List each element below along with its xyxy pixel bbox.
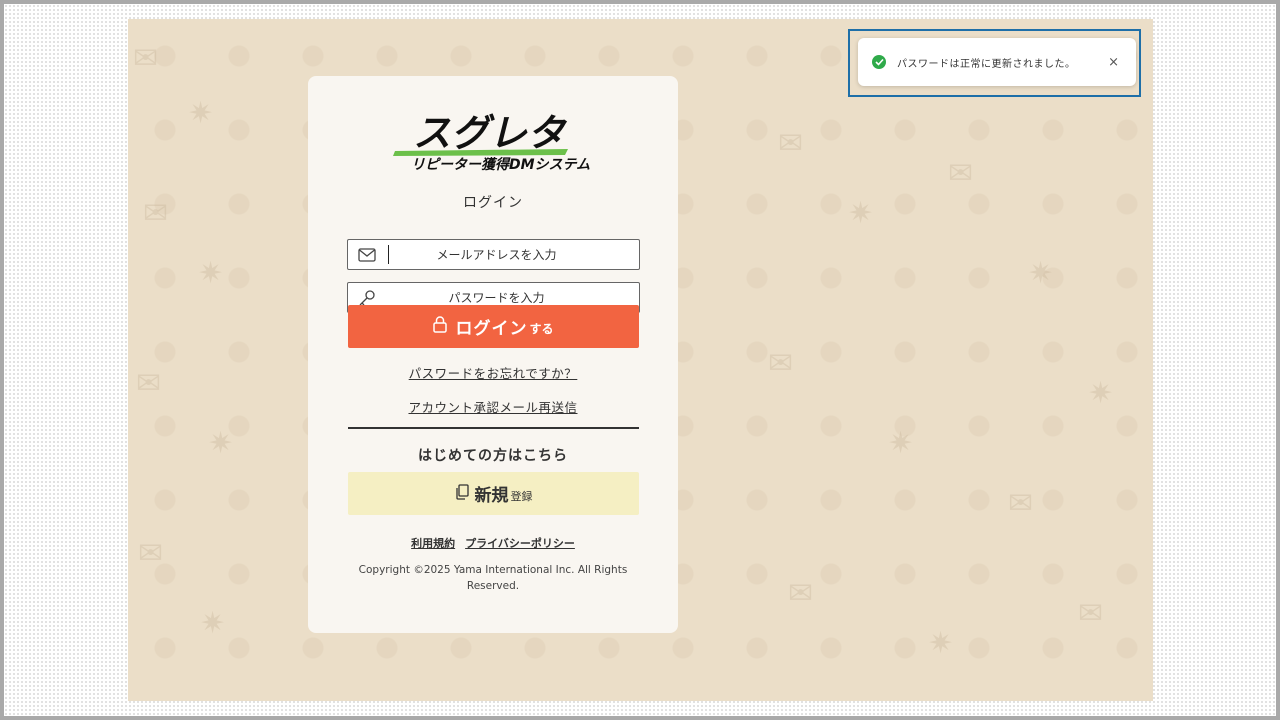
background-star-icon: ✷ (1028, 256, 1054, 291)
background-star-icon: ✷ (888, 426, 914, 461)
logo: スグレタ リピーター獲得DMシステム (393, 101, 598, 173)
background-envelope-icon: ✉ (778, 126, 804, 161)
login-card: スグレタ リピーター獲得DMシステム ログイン メールアドレスを入力 パスワード… (308, 76, 678, 633)
logo-tagline: リピーター獲得DMシステム (411, 156, 590, 173)
background-star-icon: ✷ (928, 626, 954, 661)
background-star-icon: ✷ (200, 606, 226, 641)
background-envelope-icon: ✉ (788, 576, 814, 611)
terms-link[interactable]: 利用規約 (411, 535, 455, 551)
login-button-label: ログイン (455, 319, 528, 339)
background-star-icon: ✷ (1088, 376, 1114, 411)
forgot-password-link[interactable]: パスワードをお忘れですか？ (308, 363, 678, 382)
divider (348, 427, 639, 429)
background-envelope-icon: ✉ (768, 346, 794, 381)
resend-confirmation-text: アカウント承認メール再送信 (408, 400, 578, 415)
background-envelope-icon: ✉ (136, 366, 162, 401)
background-envelope-icon: ✉ (948, 156, 974, 191)
background-envelope-icon: ✉ (143, 196, 169, 231)
copy-icon (455, 483, 469, 504)
envelope-icon (348, 240, 386, 269)
email-placeholder: メールアドレスを入力 (436, 248, 557, 262)
resend-confirmation-link[interactable]: アカウント承認メール再送信 (308, 397, 678, 416)
email-field[interactable]: メールアドレスを入力 (347, 239, 640, 270)
logo-image: スグレタ リピーター獲得DMシステム (393, 111, 590, 173)
text-cursor (388, 245, 389, 264)
register-button-label: 新規 (474, 486, 509, 506)
background-star-icon: ✷ (208, 426, 234, 461)
background-star-icon: ✷ (188, 96, 214, 131)
background-star-icon: ✷ (198, 256, 224, 291)
login-title: ログイン (463, 195, 523, 211)
background-envelope-icon: ✉ (138, 536, 164, 571)
copyright: Copyright ©2025 Yama International Inc. … (358, 564, 628, 592)
background-star-icon: ✷ (848, 196, 874, 231)
footer-links: 利用規約 プライバシーポリシー (308, 535, 678, 551)
register-heading: はじめての方はこちら (418, 448, 568, 464)
login-button-suffix: する (529, 322, 554, 336)
background-envelope-icon: ✉ (1008, 486, 1034, 521)
lock-icon (433, 316, 448, 337)
register-button[interactable]: 新規 登録 (348, 472, 639, 515)
privacy-policy-link[interactable]: プライバシーポリシー (465, 535, 575, 551)
password-placeholder: パスワードを入力 (448, 291, 545, 305)
forgot-password-text: パスワードをお忘れですか？ (408, 366, 578, 381)
logo-brand: スグレタ (413, 111, 568, 155)
register-button-suffix: 登録 (510, 489, 533, 503)
login-button[interactable]: ログイン する (348, 305, 639, 348)
login-page: ✉ ✷ ✉ ✷ ✉ ✷ ✉ ✷ ✉ ✷ ✉ ✷ ✉ ✷ ✉ ✷ ✉ ✷ ✉ スグ… (128, 19, 1153, 701)
toast-highlight-outline (848, 29, 1141, 97)
background-envelope-icon: ✉ (1078, 596, 1104, 631)
background-envelope-icon: ✉ (133, 41, 159, 76)
